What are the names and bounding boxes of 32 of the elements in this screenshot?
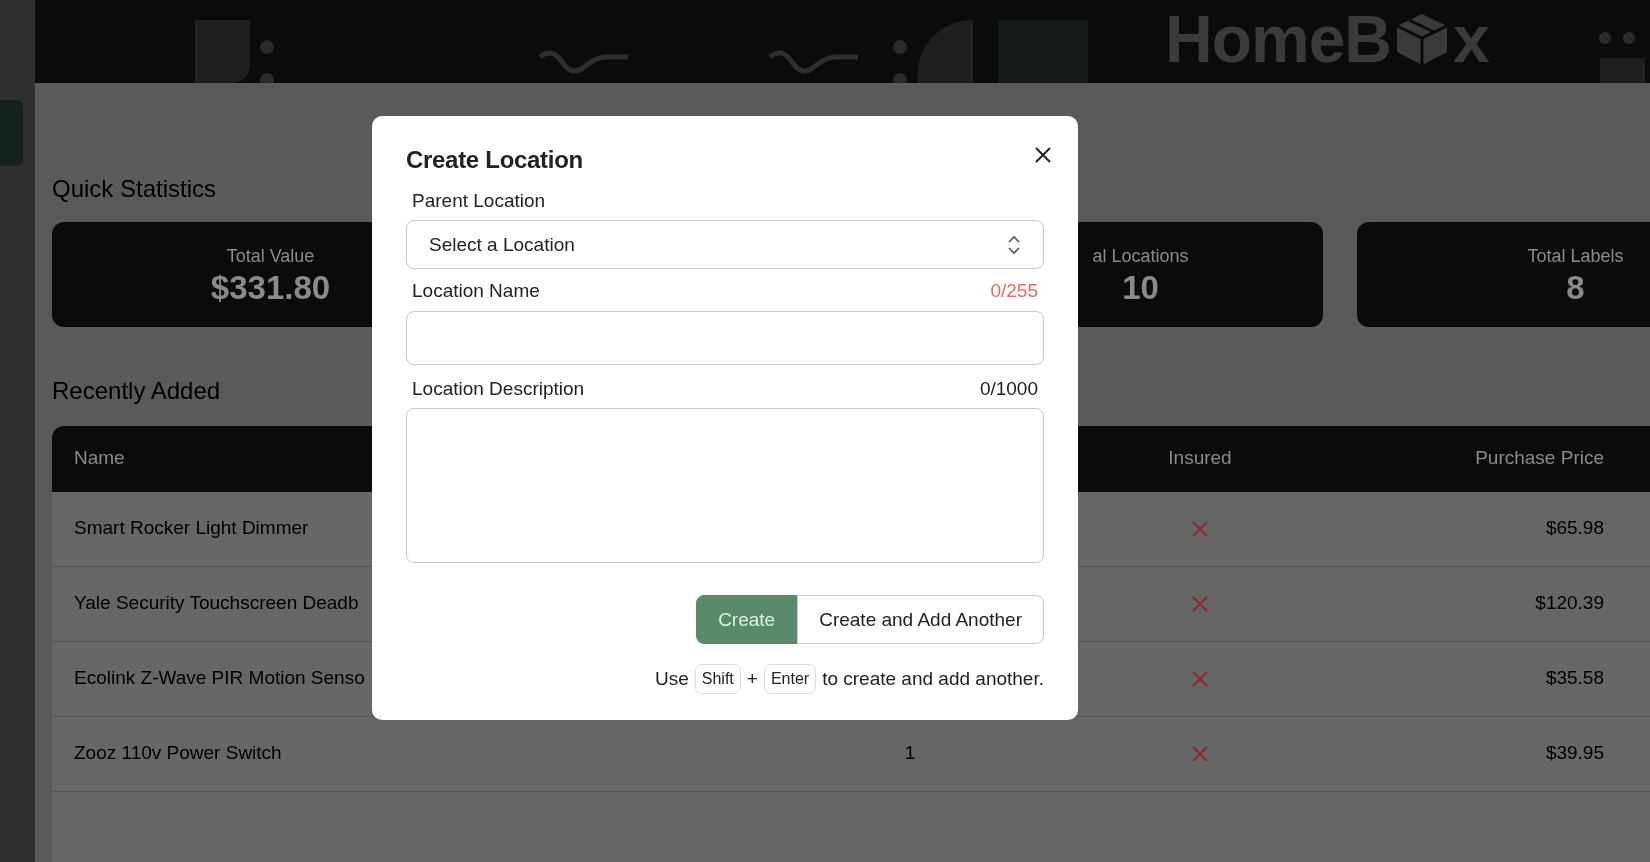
table-cell: Smart Rocker Light Dimmer bbox=[74, 517, 309, 539]
table-cell: $120.39 bbox=[1535, 592, 1604, 614]
hint-text: to create and add another. bbox=[822, 667, 1044, 692]
column-header: Purchase Price bbox=[1474, 446, 1605, 471]
stat-label: Total Labels bbox=[1527, 244, 1624, 268]
table-cell: $65.98 bbox=[1545, 517, 1604, 539]
section-title: Recently Added bbox=[52, 376, 221, 406]
field-label: Location Description bbox=[412, 376, 585, 401]
character-counter: 0/255 bbox=[990, 279, 1038, 304]
stat-label: Total Value bbox=[226, 244, 315, 268]
field-label: Location Name bbox=[412, 279, 540, 304]
field-label: Parent Location bbox=[412, 188, 546, 213]
hint-text: + bbox=[746, 667, 758, 692]
table-cell: Ecolink Z-Wave PIR Motion Senso bbox=[74, 667, 365, 689]
table-cell: Yale Security Touchscreen Deadb bbox=[74, 592, 359, 614]
table-cell: 1 bbox=[904, 742, 916, 764]
table-cell: $35.58 bbox=[1545, 667, 1604, 689]
table-cell: $39.95 bbox=[1545, 742, 1604, 764]
keyboard-key: Enter bbox=[763, 664, 817, 695]
stat-value: $331.80 bbox=[210, 269, 331, 306]
stat-value: 8 bbox=[1566, 269, 1585, 306]
dialog-title: Create Location bbox=[406, 146, 584, 175]
character-counter: 0/1000 bbox=[979, 376, 1038, 401]
stat-value: 10 bbox=[1122, 269, 1159, 306]
select-value: Select a Location bbox=[429, 232, 575, 257]
column-header: Name bbox=[73, 446, 126, 471]
stat-label: al Locations bbox=[1092, 244, 1189, 268]
section-title: Quick Statistics bbox=[52, 175, 217, 204]
column-header: Insured bbox=[1167, 446, 1233, 471]
keyboard-key: Shift bbox=[694, 664, 741, 695]
hint-text: Use bbox=[655, 667, 689, 692]
table-cell: Zooz 110v Power Switch bbox=[74, 742, 282, 764]
